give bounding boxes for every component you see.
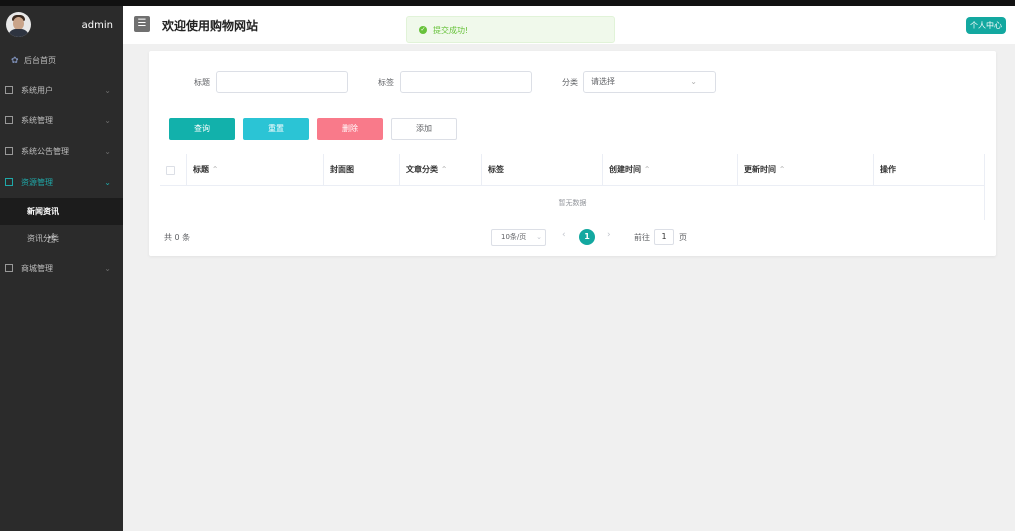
- sidebar-item-shop[interactable]: 商城管理 ⌄: [0, 254, 123, 284]
- page-title: 欢迎使用购物网站: [162, 19, 259, 33]
- profile-button[interactable]: 个人中心: [966, 17, 1006, 34]
- category-filter-label: 分类: [562, 78, 578, 87]
- sidebar-item-home[interactable]: ✿ 后台首页: [0, 46, 123, 76]
- sort-icon[interactable]: ⌃: [441, 165, 448, 174]
- query-button[interactable]: 查询: [169, 118, 235, 140]
- column-created-time[interactable]: 创建时间 ⌃: [603, 154, 738, 186]
- edit-icon: [5, 86, 13, 94]
- sort-icon[interactable]: ⌃: [644, 165, 651, 174]
- sidebar-header: admin: [0, 6, 123, 44]
- column-label: 操作: [880, 165, 896, 174]
- sidebar-item-system[interactable]: 系统管理 ⌄: [0, 106, 123, 136]
- column-title[interactable]: 标题 ⌃: [187, 154, 324, 186]
- chevron-down-icon: ⌄: [536, 233, 542, 241]
- goto-suffix: 页: [679, 233, 687, 242]
- category-select-value: 请选择: [591, 77, 615, 86]
- add-button[interactable]: 添加: [391, 118, 457, 140]
- toast-message: 提交成功!: [433, 26, 469, 35]
- sidebar-item-label: 后台首页: [24, 56, 56, 65]
- sidebar-item-label: 系统公告管理: [21, 147, 69, 156]
- page-number-current[interactable]: 1: [579, 229, 595, 245]
- top-header: ☰ 欢迎使用购物网站 ✓ 提交成功! 个人中心: [123, 6, 1015, 44]
- sidebar-item-label: 商城管理: [21, 264, 53, 273]
- success-toast: ✓ 提交成功!: [406, 16, 615, 43]
- title-filter-label: 标题: [194, 78, 210, 87]
- sort-icon[interactable]: ⌃: [212, 165, 219, 174]
- column-label: 标题: [193, 165, 209, 174]
- next-page-icon[interactable]: ›: [607, 230, 611, 240]
- chevron-down-icon: ⌄: [104, 147, 111, 156]
- edit-icon: [5, 147, 13, 155]
- column-label: 文章分类: [406, 165, 438, 174]
- content-card: 标题 标签 分类 请选择 ⌄ 查询 重置 删除 添加 标题 ⌃ 封面图 文章分类…: [149, 51, 996, 256]
- goto-prefix: 前往: [634, 233, 650, 242]
- prev-page-icon[interactable]: ‹: [562, 230, 566, 240]
- menu-toggle-icon[interactable]: ☰: [134, 16, 150, 32]
- select-all-column: [160, 154, 187, 186]
- reset-button[interactable]: 重置: [243, 118, 309, 140]
- check-circle-icon: ✓: [419, 26, 427, 34]
- page-size-value: 10条/页: [501, 233, 527, 241]
- chevron-down-icon: ⌄: [104, 116, 111, 125]
- username: admin: [81, 20, 113, 31]
- sidebar-subitem-news[interactable]: 新闻资讯: [0, 198, 123, 225]
- edit-icon: [5, 116, 13, 124]
- sidebar: admin ✿ 后台首页 系统用户 ⌄ 系统管理 ⌄ 系统公告管理 ⌄ 资源管理…: [0, 6, 123, 531]
- total-count: 共 0 条: [164, 233, 191, 242]
- column-updated-time[interactable]: 更新时间 ⌃: [738, 154, 874, 186]
- select-all-checkbox[interactable]: [166, 166, 175, 175]
- settings-icon: ✿: [11, 56, 19, 66]
- category-select[interactable]: 请选择 ⌄: [583, 71, 716, 93]
- sidebar-item-notices[interactable]: 系统公告管理 ⌄: [0, 137, 123, 167]
- chevron-down-icon: ⌄: [690, 77, 697, 86]
- tag-filter-label: 标签: [378, 78, 394, 87]
- sidebar-item-users[interactable]: 系统用户 ⌄: [0, 76, 123, 106]
- delete-button[interactable]: 删除: [317, 118, 383, 140]
- empty-state: 暂无数据: [558, 199, 587, 207]
- column-label: 封面图: [330, 165, 354, 174]
- sidebar-item-resources[interactable]: 资源管理 ⌄: [0, 168, 123, 198]
- edit-icon: [5, 264, 13, 272]
- chevron-down-icon: ⌄: [104, 86, 111, 95]
- chevron-up-icon: ⌄: [104, 178, 111, 187]
- data-table: 标题 ⌃ 封面图 文章分类 ⌃ 标签 创建时间 ⌃ 更新时间 ⌃ 操作 暂无数据: [160, 154, 985, 220]
- title-filter-input[interactable]: [216, 71, 348, 93]
- column-label: 创建时间: [609, 165, 641, 174]
- edit-icon: [5, 178, 13, 186]
- sidebar-item-label: 系统管理: [21, 116, 53, 125]
- column-cover: 封面图: [324, 154, 400, 186]
- column-label: 更新时间: [744, 165, 776, 174]
- sidebar-subitem-label: 新闻资讯: [27, 207, 59, 216]
- tag-filter-input[interactable]: [400, 71, 532, 93]
- sidebar-subitem-news-category[interactable]: 资讯分类: [0, 225, 123, 252]
- column-label: 标签: [488, 165, 504, 174]
- sidebar-item-label: 系统用户: [21, 86, 53, 95]
- hand-cursor-icon: ☝: [47, 231, 56, 247]
- chevron-down-icon: ⌄: [104, 264, 111, 273]
- avatar-suit: [8, 29, 29, 37]
- column-tag: 标签: [482, 154, 603, 186]
- column-category[interactable]: 文章分类 ⌃: [400, 154, 482, 186]
- goto-page-input[interactable]: 1: [654, 229, 674, 245]
- avatar[interactable]: [6, 12, 31, 37]
- sort-icon[interactable]: ⌃: [779, 165, 786, 174]
- table-header: 标题 ⌃ 封面图 文章分类 ⌃ 标签 创建时间 ⌃ 更新时间 ⌃ 操作: [160, 154, 985, 186]
- column-actions: 操作: [874, 154, 985, 186]
- sidebar-item-label: 资源管理: [21, 178, 53, 187]
- page-size-select[interactable]: 10条/页 ⌄: [491, 229, 546, 246]
